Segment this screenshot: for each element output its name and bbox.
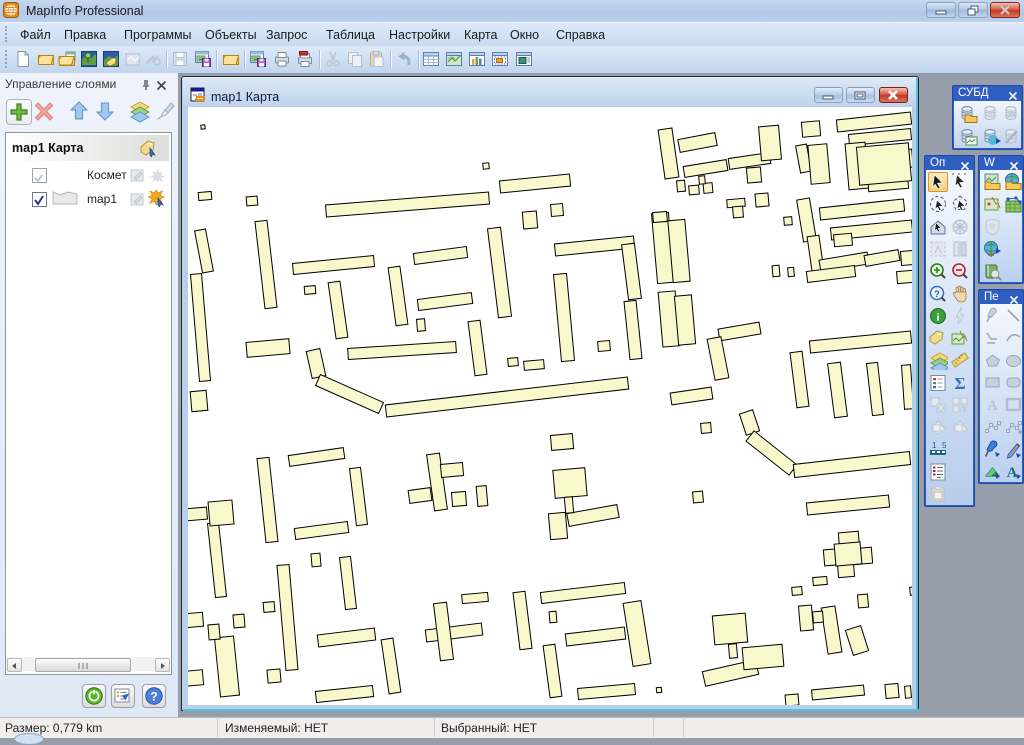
- svg-text:5: 5: [942, 441, 947, 450]
- svg-text:i: i: [936, 311, 939, 323]
- svg-text:A: A: [987, 398, 998, 414]
- svg-text:?: ?: [150, 690, 157, 704]
- svg-text:?: ?: [934, 289, 940, 299]
- svg-text:A: A: [1007, 465, 1018, 481]
- svg-text:1: 1: [932, 441, 937, 450]
- svg-text:Σ: Σ: [954, 374, 965, 393]
